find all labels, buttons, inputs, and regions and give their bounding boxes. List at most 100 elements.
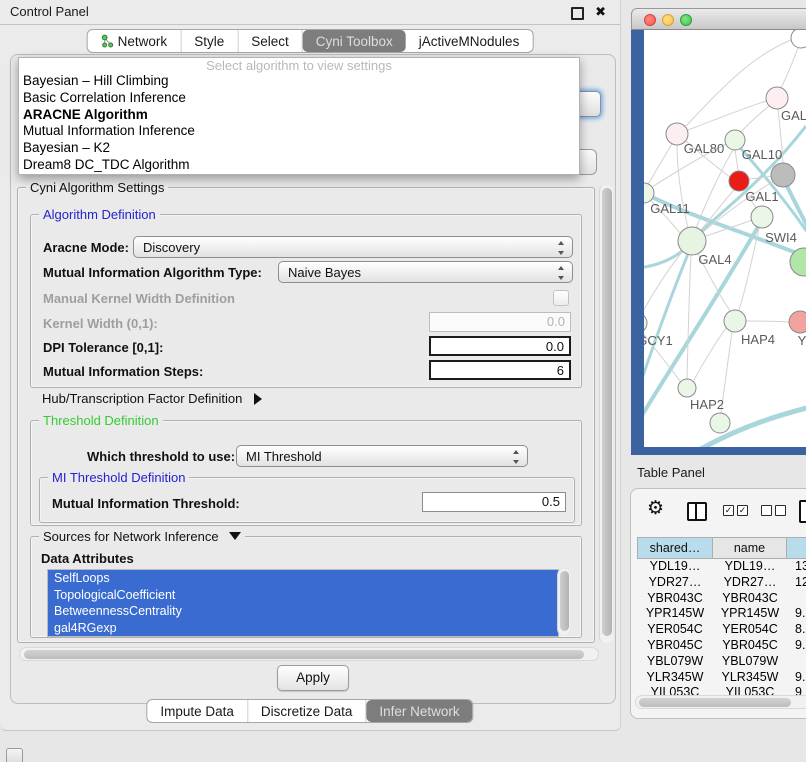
mi-threshold-label: Mutual Information Threshold: [52,496,240,511]
table-row[interactable]: YIL053CYIL053C9 [637,685,806,695]
table-row[interactable]: YDL19…YDL19…13 [637,559,806,575]
algorithm-option[interactable]: Bayesian – K2 [19,140,579,157]
node-label: GCY1 [644,333,673,348]
collapsed-arrow-icon [254,393,262,405]
network-node[interactable] [789,311,806,333]
network-node[interactable] [729,171,749,191]
new-table-icon[interactable] [799,500,806,523]
network-node[interactable] [724,310,746,332]
kernel-width-label: Kernel Width (0,1): [43,316,158,331]
network-edge[interactable] [781,48,798,88]
network-node[interactable] [678,227,706,255]
column-header[interactable] [787,537,806,559]
network-edge[interactable] [647,144,672,186]
column-header[interactable]: name [713,537,787,559]
aracne-mode-combo[interactable]: Discovery [133,236,573,258]
column-header[interactable]: shared… [637,537,713,559]
data-attributes-list[interactable]: SelfLoopsTopologicalCoefficientBetweenne… [47,569,559,637]
network-node[interactable] [751,206,773,228]
network-edge[interactable] [688,101,766,130]
network-edge[interactable] [735,150,738,171]
sources-toggle[interactable]: Sources for Network Inference [39,529,245,544]
table-row[interactable]: YLR345WYLR345W9. [637,670,806,686]
tab-impute-data[interactable]: Impute Data [147,700,248,722]
network-window-titlebar[interactable] [631,8,806,30]
cyni-algorithm-settings-group: Cyni Algorithm Settings Algorithm Defini… [17,187,595,643]
close-traffic-light[interactable] [644,14,656,26]
tab-network[interactable]: Network [88,30,182,52]
tab-select[interactable]: Select [238,30,303,52]
dpi-tolerance-field[interactable]: 0.0 [429,336,571,356]
combo-arrows-icon [557,241,565,255]
table-row[interactable]: YPR145WYPR145W9. [637,606,806,622]
settings-vertical-scrollbar[interactable] [599,185,613,643]
mi-algorithm-type-value: Naive Bayes [288,265,361,280]
popup-placeholder: Select algorithm to view settings [19,58,579,73]
algorithm-option[interactable]: Mutual Information Inference [19,123,579,140]
tab-infer-network[interactable]: Infer Network [366,700,472,722]
table-row[interactable]: YBL079WYBL079W [637,654,806,670]
mi-steps-field[interactable]: 6 [429,360,571,380]
table-horizontal-scrollbar[interactable] [635,695,806,709]
float-window-icon[interactable] [571,7,584,20]
table-row[interactable]: YDR27…YDR27…12 [637,575,806,591]
attribute-list-item[interactable]: gal4RGexp [48,620,558,637]
attribute-list-item[interactable]: BetweennessCentrality [48,603,558,620]
tab-discretize-data[interactable]: Discretize Data [248,700,367,722]
algorithm-option[interactable]: Dream8 DC_TDC Algorithm [19,157,579,174]
network-node[interactable] [710,413,730,433]
tab-cyni-toolbox[interactable]: Cyni Toolbox [303,30,406,52]
network-node[interactable] [644,313,647,333]
network-canvas[interactable]: GALGAL80GAL10GAL1GAL11SWI4GAL4GCY1HAP4YH… [644,30,806,447]
minimized-panel-icon[interactable] [6,748,23,762]
network-node[interactable] [644,183,654,203]
network-edge[interactable] [746,321,789,322]
network-node[interactable] [766,87,788,109]
tab-style[interactable]: Style [181,30,238,52]
hub-section-toggle[interactable]: Hub/Transcription Factor Definition [42,391,262,406]
table-row[interactable]: YBR045CYBR045C9. [637,638,806,654]
attributes-list-scrollbar[interactable] [557,569,570,635]
settings-horizontal-scrollbar[interactable] [19,647,599,661]
tab-jactivemnodules[interactable]: jActiveMNodules [406,30,533,52]
close-icon[interactable]: ✖ [595,5,606,18]
network-view-frame: GALGAL80GAL10GAL1GAL11SWI4GAL4GCY1HAP4YH… [631,30,806,455]
table-panel-toolbar: ⚙ ✓✓ [631,489,806,533]
sources-title: Sources for Network Inference [43,529,219,544]
network-edge[interactable] [686,40,791,126]
zoom-traffic-light[interactable] [680,14,692,26]
mi-threshold-group-title: MI Threshold Definition [48,470,189,485]
dpi-tolerance-label: DPI Tolerance [0,1]: [43,340,163,355]
network-node[interactable] [678,379,696,397]
attribute-list-item[interactable]: TopologicalCoefficient [48,587,558,604]
unselect-all-columns-icon[interactable] [761,505,786,516]
which-threshold-combo[interactable]: MI Threshold [236,445,528,467]
apply-button[interactable]: Apply [277,665,349,691]
algorithm-option[interactable]: Basic Correlation Inference [19,90,579,107]
manual-kernel-checkbox[interactable] [553,290,569,306]
mi-algorithm-type-combo[interactable]: Naive Bayes [278,261,573,283]
columns-icon[interactable] [687,502,707,521]
select-all-columns-icon[interactable]: ✓✓ [723,505,748,516]
mi-threshold-field[interactable]: 0.5 [422,492,566,512]
network-edge[interactable] [687,255,691,379]
table-row[interactable]: YER054CYER054C8. [637,622,806,638]
sources-group: Sources for Network Inference Data Attri… [30,536,582,638]
mi-threshold-definition-group: MI Threshold Definition Mutual Informati… [39,477,575,523]
gear-icon[interactable]: ⚙ [647,498,664,520]
node-label: GAL80 [684,141,724,156]
control-panel-titlebar: Control Panel ✖ [0,0,620,25]
attribute-list-item[interactable]: SelfLoops [48,570,558,587]
table-row[interactable]: YBR043CYBR043C [637,591,806,607]
network-node[interactable] [771,163,795,187]
node-label: HAP2 [690,397,724,412]
application-window: Control Panel ✖ NetworkStyleSelectCyni T… [0,0,806,762]
algorithm-option[interactable]: Bayesian – Hill Climbing [19,73,579,90]
algorithm-definition-title: Algorithm Definition [39,207,160,222]
minimize-traffic-light[interactable] [662,14,674,26]
network-edge[interactable] [694,328,726,380]
node-label: GAL4 [698,252,731,267]
network-edge[interactable] [740,106,769,133]
algorithm-option[interactable]: ARACNE Algorithm [19,107,579,124]
network-node[interactable] [791,30,806,48]
